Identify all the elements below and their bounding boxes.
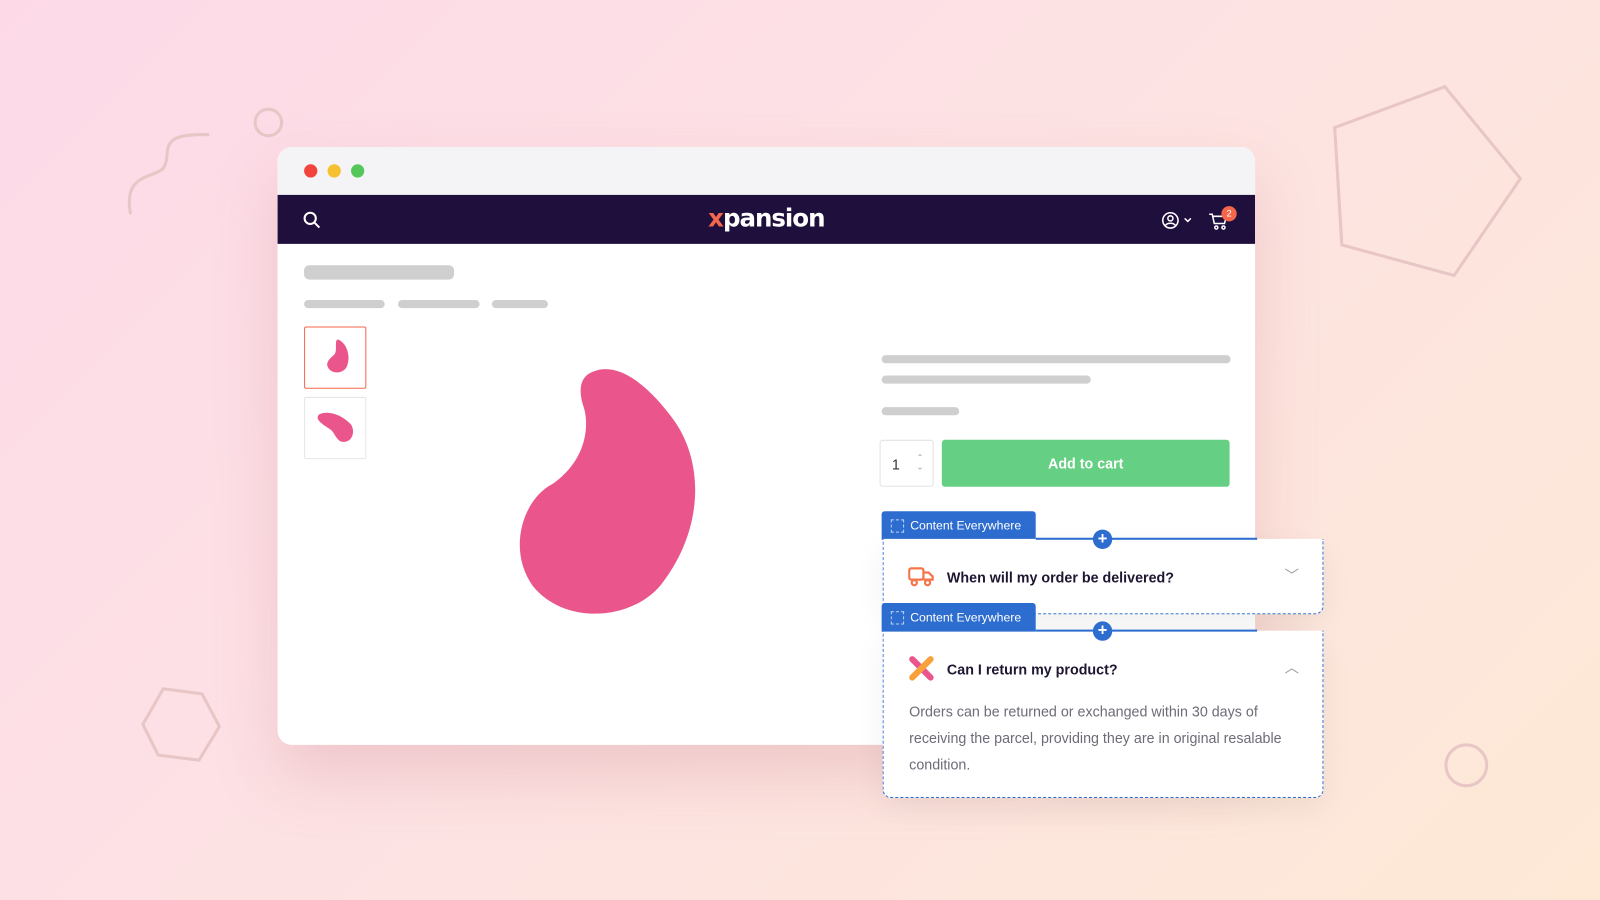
chevron-up-icon[interactable]: ︿ <box>1285 657 1299 677</box>
content-everywhere-tag[interactable]: Content Everywhere <box>881 511 1036 540</box>
add-content-button[interactable]: + <box>1092 621 1113 641</box>
thumbnail-1[interactable] <box>304 326 367 389</box>
navbar: xpansion 2 <box>277 194 1256 244</box>
hexagon-shape <box>141 687 222 762</box>
title-placeholder <box>304 265 455 280</box>
content-everywhere-tag[interactable]: Content Everywhere <box>881 603 1036 632</box>
squiggle-shape <box>127 133 210 215</box>
maximize-window-button[interactable] <box>351 164 365 178</box>
quantity-stepper[interactable]: 1 ⌃ ⌄ <box>879 439 934 487</box>
account-icon[interactable] <box>1161 211 1194 229</box>
minimize-window-button[interactable] <box>327 164 341 178</box>
stepper-arrows-icon[interactable]: ⌃ ⌄ <box>917 453 924 471</box>
price-placeholder <box>881 407 960 416</box>
x-logo-icon <box>909 656 934 681</box>
chevron-down-icon[interactable]: ﹀ <box>1285 565 1299 585</box>
pentagon-shape <box>1333 84 1523 278</box>
circle-shape <box>1444 743 1489 788</box>
search-icon[interactable] <box>303 211 321 229</box>
truck-icon <box>908 567 934 587</box>
circle-shape <box>253 107 284 138</box>
breadcrumb-placeholder <box>397 299 480 309</box>
product-image <box>519 369 696 614</box>
faq-question: When will my order be delivered? <box>946 569 1174 586</box>
cart-count-badge: 2 <box>1221 206 1237 222</box>
insertion-line <box>1035 537 1258 540</box>
faq-item-returns[interactable]: Can I return my product? ︿ Orders can be… <box>882 630 1324 798</box>
add-to-cart-button[interactable]: Add to cart <box>941 439 1230 487</box>
product-name-placeholder <box>881 355 1231 364</box>
title-bar <box>277 146 1256 195</box>
faq-answer: Orders can be returned or exchanged with… <box>909 703 1282 773</box>
breadcrumb-placeholder <box>304 299 385 309</box>
faq-question: Can I return my product? <box>946 661 1118 678</box>
insertion-line <box>1035 629 1258 632</box>
close-window-button[interactable] <box>304 164 318 178</box>
add-content-button[interactable]: + <box>1092 529 1113 549</box>
logo[interactable]: xpansion <box>708 204 825 233</box>
product-name-placeholder <box>881 375 1091 384</box>
thumbnail-2[interactable] <box>304 396 367 460</box>
breadcrumb-placeholder <box>491 299 548 309</box>
